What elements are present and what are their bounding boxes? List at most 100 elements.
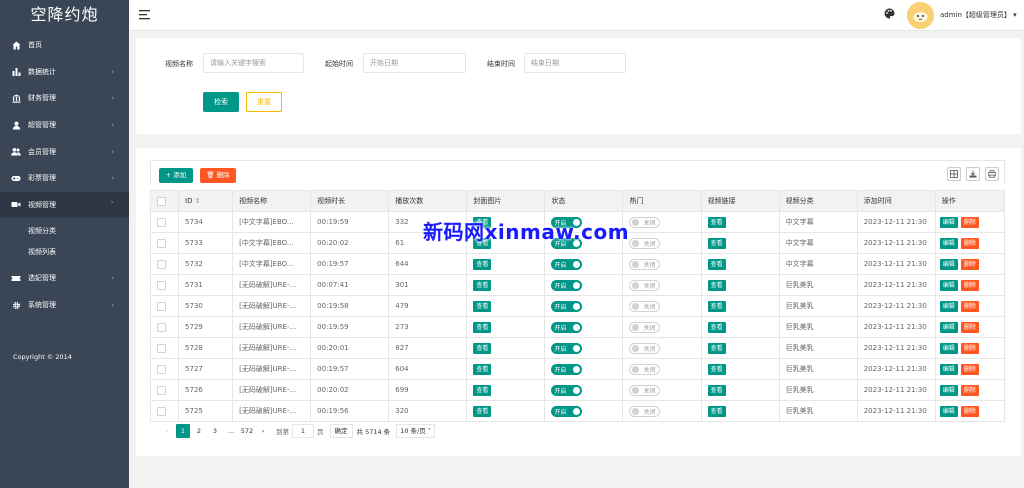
row-checkbox[interactable] [157,280,166,290]
page-button[interactable]: 1 [176,424,190,438]
search-button[interactable]: 检索 [203,92,239,112]
end-date-input[interactable]: 结束日期 [524,53,626,73]
edit-button[interactable]: 编辑 [939,279,958,291]
hot-toggle[interactable]: 关闭 [629,279,661,291]
status-toggle[interactable]: 开启 [551,300,583,312]
view-cover-button[interactable]: 查看 [473,342,492,354]
view-link-button[interactable]: 查看 [707,405,726,417]
sidebar-subitem[interactable]: 视频分类 [0,220,129,242]
sidebar-item-user[interactable]: 超管管理 › [0,112,129,139]
view-link-button[interactable]: 查看 [707,342,726,354]
view-cover-button[interactable]: 查看 [473,384,492,396]
view-link-button[interactable]: 查看 [707,300,726,312]
view-cover-button[interactable]: 查看 [473,300,492,312]
video-name-input[interactable]: 请输入关键字搜索 [203,53,304,73]
view-link-button[interactable]: 查看 [707,363,726,375]
hot-toggle[interactable]: 关闭 [629,258,661,270]
page-size-select[interactable]: 10 条/页 ˅ [396,424,436,438]
status-toggle[interactable]: 开启 [551,384,583,396]
delete-button[interactable]: 删除 [960,258,979,270]
row-checkbox[interactable] [157,238,166,248]
delete-button[interactable]: 删除 [960,216,979,228]
row-checkbox[interactable] [157,364,166,374]
goto-page-input[interactable]: 1 [292,424,314,438]
hot-toggle[interactable]: 关闭 [629,342,661,354]
sidebar-item-bar-chart[interactable]: 数据统计 › [0,59,129,86]
edit-button[interactable]: 编辑 [939,300,958,312]
view-cover-button[interactable]: 查看 [473,321,492,333]
sidebar-item-gamepad[interactable]: 彩票管理 › [0,165,129,192]
view-link-button[interactable]: 查看 [707,384,726,396]
delete-button[interactable]: 删除 [960,363,979,375]
page-button[interactable]: 572 [240,424,254,438]
hot-toggle[interactable]: 关闭 [629,363,661,375]
sidebar-item-video[interactable]: 视频管理 ˅ [0,191,129,219]
page-button[interactable]: 3 [208,424,222,438]
view-link-button[interactable]: 查看 [707,237,726,249]
user-menu[interactable]: admin【超级管理员】 ▾ [940,10,1017,20]
hot-toggle[interactable]: 关闭 [629,384,661,396]
next-page-button[interactable]: › [256,424,270,438]
menu-toggle-icon[interactable] [139,9,150,20]
view-link-button[interactable]: 查看 [707,279,726,291]
edit-button[interactable]: 编辑 [939,342,958,354]
sidebar-item-users[interactable]: 会员管理 › [0,138,129,165]
goto-confirm-button[interactable]: 确定 [329,424,353,438]
page-button[interactable]: 2 [192,424,206,438]
sidebar-subitem[interactable]: 视频列表 [0,242,129,264]
edit-button[interactable]: 编辑 [939,384,958,396]
status-toggle[interactable]: 开启 [551,321,583,333]
status-toggle[interactable]: 开启 [551,258,583,270]
edit-button[interactable]: 编辑 [939,216,958,228]
status-toggle[interactable]: 开启 [551,405,583,417]
hot-toggle[interactable]: 关闭 [629,300,661,312]
hot-toggle[interactable]: 关闭 [629,405,661,417]
theme-palette-icon[interactable] [884,8,895,19]
print-icon[interactable] [985,167,999,181]
view-cover-button[interactable]: 查看 [473,363,492,375]
column-header[interactable]: ID ⇕ [178,190,234,212]
delete-button[interactable]: 删除 [960,300,979,312]
delete-button[interactable]: 删除 [960,405,979,417]
row-checkbox[interactable] [157,385,166,395]
hot-toggle[interactable]: 关闭 [629,237,661,249]
edit-button[interactable]: 编辑 [939,321,958,333]
sidebar-item-gear[interactable]: 系统管理 › [0,292,129,319]
start-date-input[interactable]: 开始日期 [363,53,466,73]
delete-button[interactable]: 删除 [960,237,979,249]
prev-page-button[interactable]: ‹ [160,424,174,438]
row-checkbox[interactable] [157,301,166,311]
reset-button[interactable]: 重置 [246,92,282,112]
hot-toggle[interactable]: 关闭 [629,321,661,333]
avatar[interactable] [907,2,934,29]
delete-button[interactable]: 删除 [960,279,979,291]
status-toggle[interactable]: 开启 [551,363,583,375]
view-cover-button[interactable]: 查看 [473,258,492,270]
hot-toggle[interactable]: 关闭 [629,216,661,228]
delete-button[interactable]: 删除 [960,321,979,333]
status-toggle[interactable]: 开启 [551,279,583,291]
sidebar-item-bank[interactable]: 财务管理 › [0,85,129,112]
row-checkbox[interactable] [157,322,166,332]
sidebar-item-ticket[interactable]: 选妃管理 › [0,265,129,292]
sidebar-item-home[interactable]: 首页 [0,32,129,59]
status-toggle[interactable]: 开启 [551,342,583,354]
view-link-button[interactable]: 查看 [707,321,726,333]
export-icon[interactable] [966,167,980,181]
edit-button[interactable]: 编辑 [939,237,958,249]
row-checkbox[interactable] [157,259,166,269]
sort-icon[interactable]: ⇕ [193,197,201,205]
row-checkbox[interactable] [157,343,166,353]
row-checkbox[interactable] [157,217,166,227]
delete-button[interactable]: 删除 [960,384,979,396]
columns-filter-icon[interactable] [947,167,961,181]
batch-delete-button[interactable]: 🗑 删除 [200,168,236,183]
add-button[interactable]: + 添加 [159,168,193,183]
view-link-button[interactable]: 查看 [707,258,726,270]
delete-button[interactable]: 删除 [960,342,979,354]
edit-button[interactable]: 编辑 [939,363,958,375]
row-checkbox[interactable] [157,406,166,416]
edit-button[interactable]: 编辑 [939,258,958,270]
view-cover-button[interactable]: 查看 [473,279,492,291]
view-cover-button[interactable]: 查看 [473,405,492,417]
